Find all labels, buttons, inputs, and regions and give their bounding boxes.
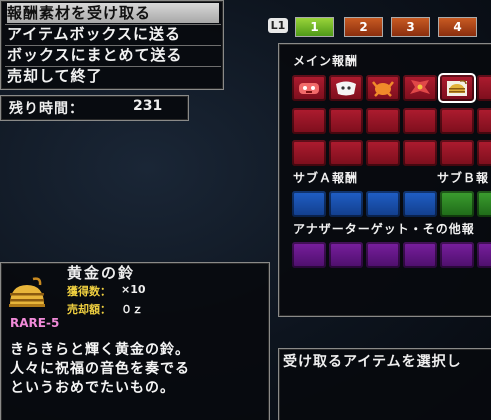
reward-slot[interactable] <box>403 108 437 134</box>
action-menu: 報酬素材を受け取る アイテムボックスに送る ボックスにまとめて送る 売却して終了 <box>0 0 224 90</box>
menu-item-receive-materials[interactable]: 報酬素材を受け取る <box>7 3 219 23</box>
reward-slot[interactable] <box>292 108 326 134</box>
remaining-time-panel: 残り時間： 231 <box>0 95 189 121</box>
reward-slot[interactable] <box>403 191 437 217</box>
red-wing-icon <box>410 80 430 94</box>
reward-slot[interactable] <box>440 140 474 166</box>
reward-slot[interactable] <box>477 108 491 134</box>
other-reward-label: アナザーターゲット・その他報 <box>293 222 475 236</box>
reward-slot[interactable] <box>329 75 363 101</box>
reward-slot[interactable] <box>403 75 437 101</box>
game-screen: 報酬素材を受け取る アイテムボックスに送る ボックスにまとめて送る 売却して終了… <box>0 0 491 420</box>
reward-slot[interactable] <box>329 108 363 134</box>
remaining-time-value: 231 <box>133 98 163 114</box>
item-description-line: というおめでたいもの。 <box>10 380 175 396</box>
reward-slot[interactable] <box>477 140 491 166</box>
tab-page-4[interactable]: 4 <box>438 17 477 37</box>
l1-button-icon: L1 <box>268 18 288 33</box>
reward-panel: メイン報酬 サブＡ報酬 サブＢ報 アナザーターゲット・その他報 <box>278 43 491 317</box>
reward-slot[interactable] <box>403 242 437 268</box>
sell-price-label: 売却額： <box>67 303 111 316</box>
reward-slot[interactable] <box>366 75 400 101</box>
golden-bell-icon <box>9 277 45 307</box>
remaining-time-label: 残り時間： <box>9 101 84 117</box>
hint-panel: 受け取るアイテムを選択し <box>278 348 491 420</box>
tab-page-3[interactable]: 3 <box>391 17 430 37</box>
tab-page-2[interactable]: 2 <box>344 17 383 37</box>
reward-slot[interactable] <box>292 191 326 217</box>
sub-b-reward-label: サブＢ報 <box>437 171 490 185</box>
item-name: 黄金の鈴 <box>67 264 136 282</box>
golden-bell-icon <box>447 80 467 96</box>
obtained-count-value: ×10 <box>121 283 146 296</box>
reward-slot[interactable] <box>366 191 400 217</box>
menu-item-sell-and-finish[interactable]: 売却して終了 <box>7 66 219 86</box>
reward-slot[interactable] <box>477 191 491 217</box>
white-hide-icon <box>336 81 356 96</box>
reward-slot-selected[interactable] <box>438 73 476 103</box>
item-description-line: 人々に祝福の音色を奏でる <box>10 361 190 377</box>
orange-claw-icon <box>372 81 394 97</box>
menu-item-send-all-to-box[interactable]: ボックスにまとめて送る <box>7 45 219 65</box>
rarity-label: RARE-5 <box>10 316 60 330</box>
reward-slot[interactable] <box>403 140 437 166</box>
item-description-line: きらきらと輝く黄金の鈴。 <box>10 342 190 358</box>
obtained-count-label: 獲得数： <box>67 285 111 298</box>
reward-slot[interactable] <box>440 108 474 134</box>
reward-slot[interactable] <box>329 140 363 166</box>
sub-a-reward-label: サブＡ報酬 <box>293 171 359 185</box>
reward-slot[interactable] <box>366 140 400 166</box>
reward-slot[interactable] <box>366 108 400 134</box>
reward-slot[interactable] <box>329 242 363 268</box>
main-reward-label: メイン報酬 <box>293 54 359 68</box>
tab-page-1[interactable]: 1 <box>295 17 334 37</box>
monster-part-icon <box>299 83 319 94</box>
reward-slot[interactable] <box>477 242 491 268</box>
menu-item-send-to-box[interactable]: アイテムボックスに送る <box>7 24 219 44</box>
reward-slot[interactable] <box>329 191 363 217</box>
item-detail-panel: 黄金の鈴 獲得数： ×10 売却額： ０ｚ RARE-5 きらきらと輝く黄金の鈴… <box>0 262 270 420</box>
reward-slot[interactable] <box>292 75 326 101</box>
reward-slot[interactable] <box>477 75 491 101</box>
reward-slot[interactable] <box>292 242 326 268</box>
hint-text: 受け取るアイテムを選択し <box>283 354 462 370</box>
sell-price-value: ０ｚ <box>121 303 143 316</box>
reward-slot[interactable] <box>292 140 326 166</box>
reward-slot[interactable] <box>366 242 400 268</box>
reward-slot[interactable] <box>440 191 474 217</box>
reward-slot[interactable] <box>440 242 474 268</box>
